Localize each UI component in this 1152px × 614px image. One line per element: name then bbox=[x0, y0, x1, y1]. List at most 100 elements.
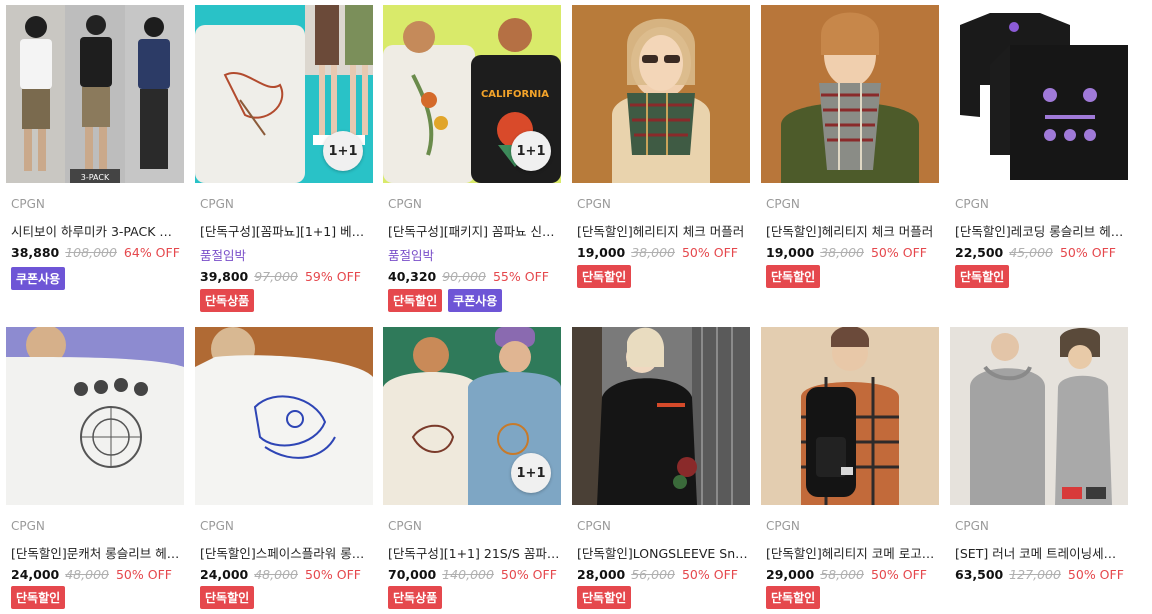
original-price: 97,000 bbox=[254, 269, 298, 284]
product-title[interactable]: [단독구성][꼼파뇨][1+1] 베스트 반팔 티셔츠 bbox=[200, 221, 372, 240]
sale-price: 28,000 bbox=[577, 567, 626, 582]
product-card[interactable]: CPGN [단독할인]문캐처 롱슬리브 헤비 티셔츠 24,000 48,000… bbox=[6, 327, 184, 614]
discount-tag: 단독할인 bbox=[766, 265, 821, 288]
price-row: 28,000 56,000 50% OFF bbox=[577, 567, 738, 582]
original-price: 127,000 bbox=[1009, 567, 1061, 582]
sale-price: 38,880 bbox=[11, 245, 60, 260]
discount-rate: 59% OFF bbox=[304, 269, 361, 284]
product-title[interactable]: [단독할인]레코딩 롱슬리브 헤비 티셔츠 bbox=[955, 221, 1127, 240]
exclusive-tag: 단독상품 bbox=[388, 586, 443, 609]
tag-list: 쿠폰사용 bbox=[11, 267, 66, 290]
product-card[interactable]: CPGN [단독할인]헤리티지 체크 머플러 19,000 38,000 50%… bbox=[761, 5, 939, 305]
bundle-badge: 1+1 bbox=[323, 131, 363, 171]
product-card[interactable]: CPGN [SET] 러너 코메 트레이닝세트 그레이 63,500 127,0… bbox=[950, 327, 1128, 614]
discount-tag: 단독할인 bbox=[766, 586, 821, 609]
sale-price: 29,000 bbox=[766, 567, 815, 582]
bundle-badge: 1+1 bbox=[511, 131, 551, 171]
product-image[interactable] bbox=[761, 327, 939, 505]
coupon-tag: 쿠폰사용 bbox=[448, 289, 503, 312]
price-row: 19,000 38,000 50% OFF bbox=[766, 245, 927, 260]
product-image[interactable] bbox=[572, 327, 750, 505]
discount-tag: 단독할인 bbox=[388, 289, 443, 312]
product-card[interactable]: CPGN [단독할인]레코딩 롱슬리브 헤비 티셔츠 22,500 45,000… bbox=[950, 5, 1128, 305]
brand-label: CPGN bbox=[577, 197, 611, 211]
product-card[interactable]: CPGN [단독할인]LONGSLEEVE Snake Rose 28,000 … bbox=[572, 327, 750, 614]
product-title[interactable]: [단독할인]문캐처 롱슬리브 헤비 티셔츠 bbox=[11, 543, 183, 562]
product-image[interactable] bbox=[572, 5, 750, 183]
product-image[interactable] bbox=[761, 5, 939, 183]
exclusive-tag: 단독상품 bbox=[200, 289, 255, 312]
tag-list: 단독할인 쿠폰사용 bbox=[388, 289, 503, 312]
product-title[interactable]: 시티보이 하루미카 3-PACK 반팔 티셔츠 bbox=[11, 221, 183, 240]
brand-label: CPGN bbox=[200, 519, 234, 533]
product-image[interactable] bbox=[950, 327, 1128, 505]
bundle-badge: 1+1 bbox=[511, 453, 551, 493]
brand-label: CPGN bbox=[766, 519, 800, 533]
product-title[interactable]: [단독할인]스페이스플라워 롱슬리브 티셔츠 bbox=[200, 543, 372, 562]
tag-list: 단독상품 bbox=[200, 289, 255, 312]
tag-list: 단독할인 bbox=[766, 586, 821, 609]
product-title[interactable]: [단독할인]헤리티지 체크 머플러 bbox=[577, 221, 749, 240]
soldout-label: 품절임박 bbox=[388, 248, 435, 263]
product-title[interactable]: [단독할인]헤리티지 코메 로고 백팩 bbox=[766, 543, 938, 562]
original-price: 48,000 bbox=[254, 567, 298, 582]
original-price: 90,000 bbox=[442, 269, 486, 284]
discount-tag: 단독할인 bbox=[200, 586, 255, 609]
tag-list: 단독할인 bbox=[11, 586, 66, 609]
original-price: 38,000 bbox=[631, 245, 675, 260]
discount-rate: 50% OFF bbox=[681, 567, 738, 582]
discount-tag: 단독할인 bbox=[577, 586, 632, 609]
product-card[interactable]: CPGN [단독할인]헤리티지 코메 로고 백팩 29,000 58,000 5… bbox=[761, 327, 939, 614]
tag-list: 단독할인 bbox=[577, 265, 632, 288]
product-image[interactable] bbox=[195, 327, 373, 505]
price-row: 24,000 48,000 50% OFF bbox=[11, 567, 172, 582]
brand-label: CPGN bbox=[577, 519, 611, 533]
discount-rate: 50% OFF bbox=[115, 567, 172, 582]
brand-label: CPGN bbox=[766, 197, 800, 211]
sale-price: 39,800 bbox=[200, 269, 249, 284]
tag-list: 단독할인 bbox=[955, 265, 1010, 288]
tag-list: 단독할인 bbox=[200, 586, 255, 609]
product-title[interactable]: [단독할인]LONGSLEEVE Snake Rose bbox=[577, 543, 749, 562]
sale-price: 19,000 bbox=[577, 245, 626, 260]
sale-price: 70,000 bbox=[388, 567, 437, 582]
product-image[interactable] bbox=[950, 5, 1128, 183]
discount-rate: 50% OFF bbox=[1067, 567, 1124, 582]
coupon-tag: 쿠폰사용 bbox=[11, 267, 66, 290]
original-price: 58,000 bbox=[820, 567, 864, 582]
discount-tag: 단독할인 bbox=[577, 265, 632, 288]
product-card[interactable]: CPGN [단독할인]헤리티지 체크 머플러 19,000 38,000 50%… bbox=[572, 5, 750, 305]
price-row: 24,000 48,000 50% OFF bbox=[200, 567, 361, 582]
discount-tag: 단독할인 bbox=[955, 265, 1010, 288]
discount-rate: 50% OFF bbox=[870, 567, 927, 582]
brand-label: CPGN bbox=[955, 197, 989, 211]
price-row: 70,000 140,000 50% OFF bbox=[388, 567, 557, 582]
price-row: 38,880 108,000 64% OFF bbox=[11, 245, 180, 260]
svg-text:3-PACK: 3-PACK bbox=[81, 173, 110, 182]
product-title[interactable]: [단독할인]헤리티지 체크 머플러 bbox=[766, 221, 938, 240]
discount-rate: 55% OFF bbox=[492, 269, 549, 284]
product-card[interactable]: 1+1 CPGN [단독구성][1+1] 21S/S 꼼파뇨 후드티 70,00… bbox=[383, 327, 561, 614]
product-image[interactable]: 1+1 bbox=[383, 327, 561, 505]
product-card[interactable]: CPGN [단독할인]스페이스플라워 롱슬리브 티셔츠 24,000 48,00… bbox=[195, 327, 373, 614]
product-title[interactable]: [단독구성][1+1] 21S/S 꼼파뇨 후드티 bbox=[388, 543, 560, 562]
product-card[interactable]: 3-PACK CPGN 시티보이 하루미카 3-PACK 반팔 티셔츠 38,8… bbox=[6, 5, 184, 305]
product-title[interactable]: [SET] 러너 코메 트레이닝세트 그레이 bbox=[955, 543, 1127, 562]
tag-list: 단독할인 bbox=[577, 586, 632, 609]
price-row: 22,500 45,000 50% OFF bbox=[955, 245, 1116, 260]
discount-rate: 50% OFF bbox=[681, 245, 738, 260]
product-image[interactable] bbox=[6, 327, 184, 505]
product-image[interactable]: 3-PACK bbox=[6, 5, 184, 183]
discount-rate: 64% OFF bbox=[123, 245, 180, 260]
discount-rate: 50% OFF bbox=[1059, 245, 1116, 260]
product-image[interactable]: 1+1 bbox=[195, 5, 373, 183]
discount-rate: 50% OFF bbox=[500, 567, 557, 582]
discount-rate: 50% OFF bbox=[304, 567, 361, 582]
price-row: 39,800 97,000 59% OFF bbox=[200, 269, 361, 284]
discount-rate: 50% OFF bbox=[870, 245, 927, 260]
sale-price: 24,000 bbox=[200, 567, 249, 582]
product-image[interactable]: CALIFORNIA 1+1 bbox=[383, 5, 561, 183]
product-card[interactable]: CALIFORNIA 1+1 CPGN [단독구성][패키지] 꼼파뇨 신상 반… bbox=[383, 5, 561, 312]
product-card[interactable]: 1+1 CPGN [단독구성][꼼파뇨][1+1] 베스트 반팔 티셔츠 품절임… bbox=[195, 5, 373, 312]
product-title[interactable]: [단독구성][패키지] 꼼파뇨 신상 반팔 티셔츠 bbox=[388, 221, 560, 240]
